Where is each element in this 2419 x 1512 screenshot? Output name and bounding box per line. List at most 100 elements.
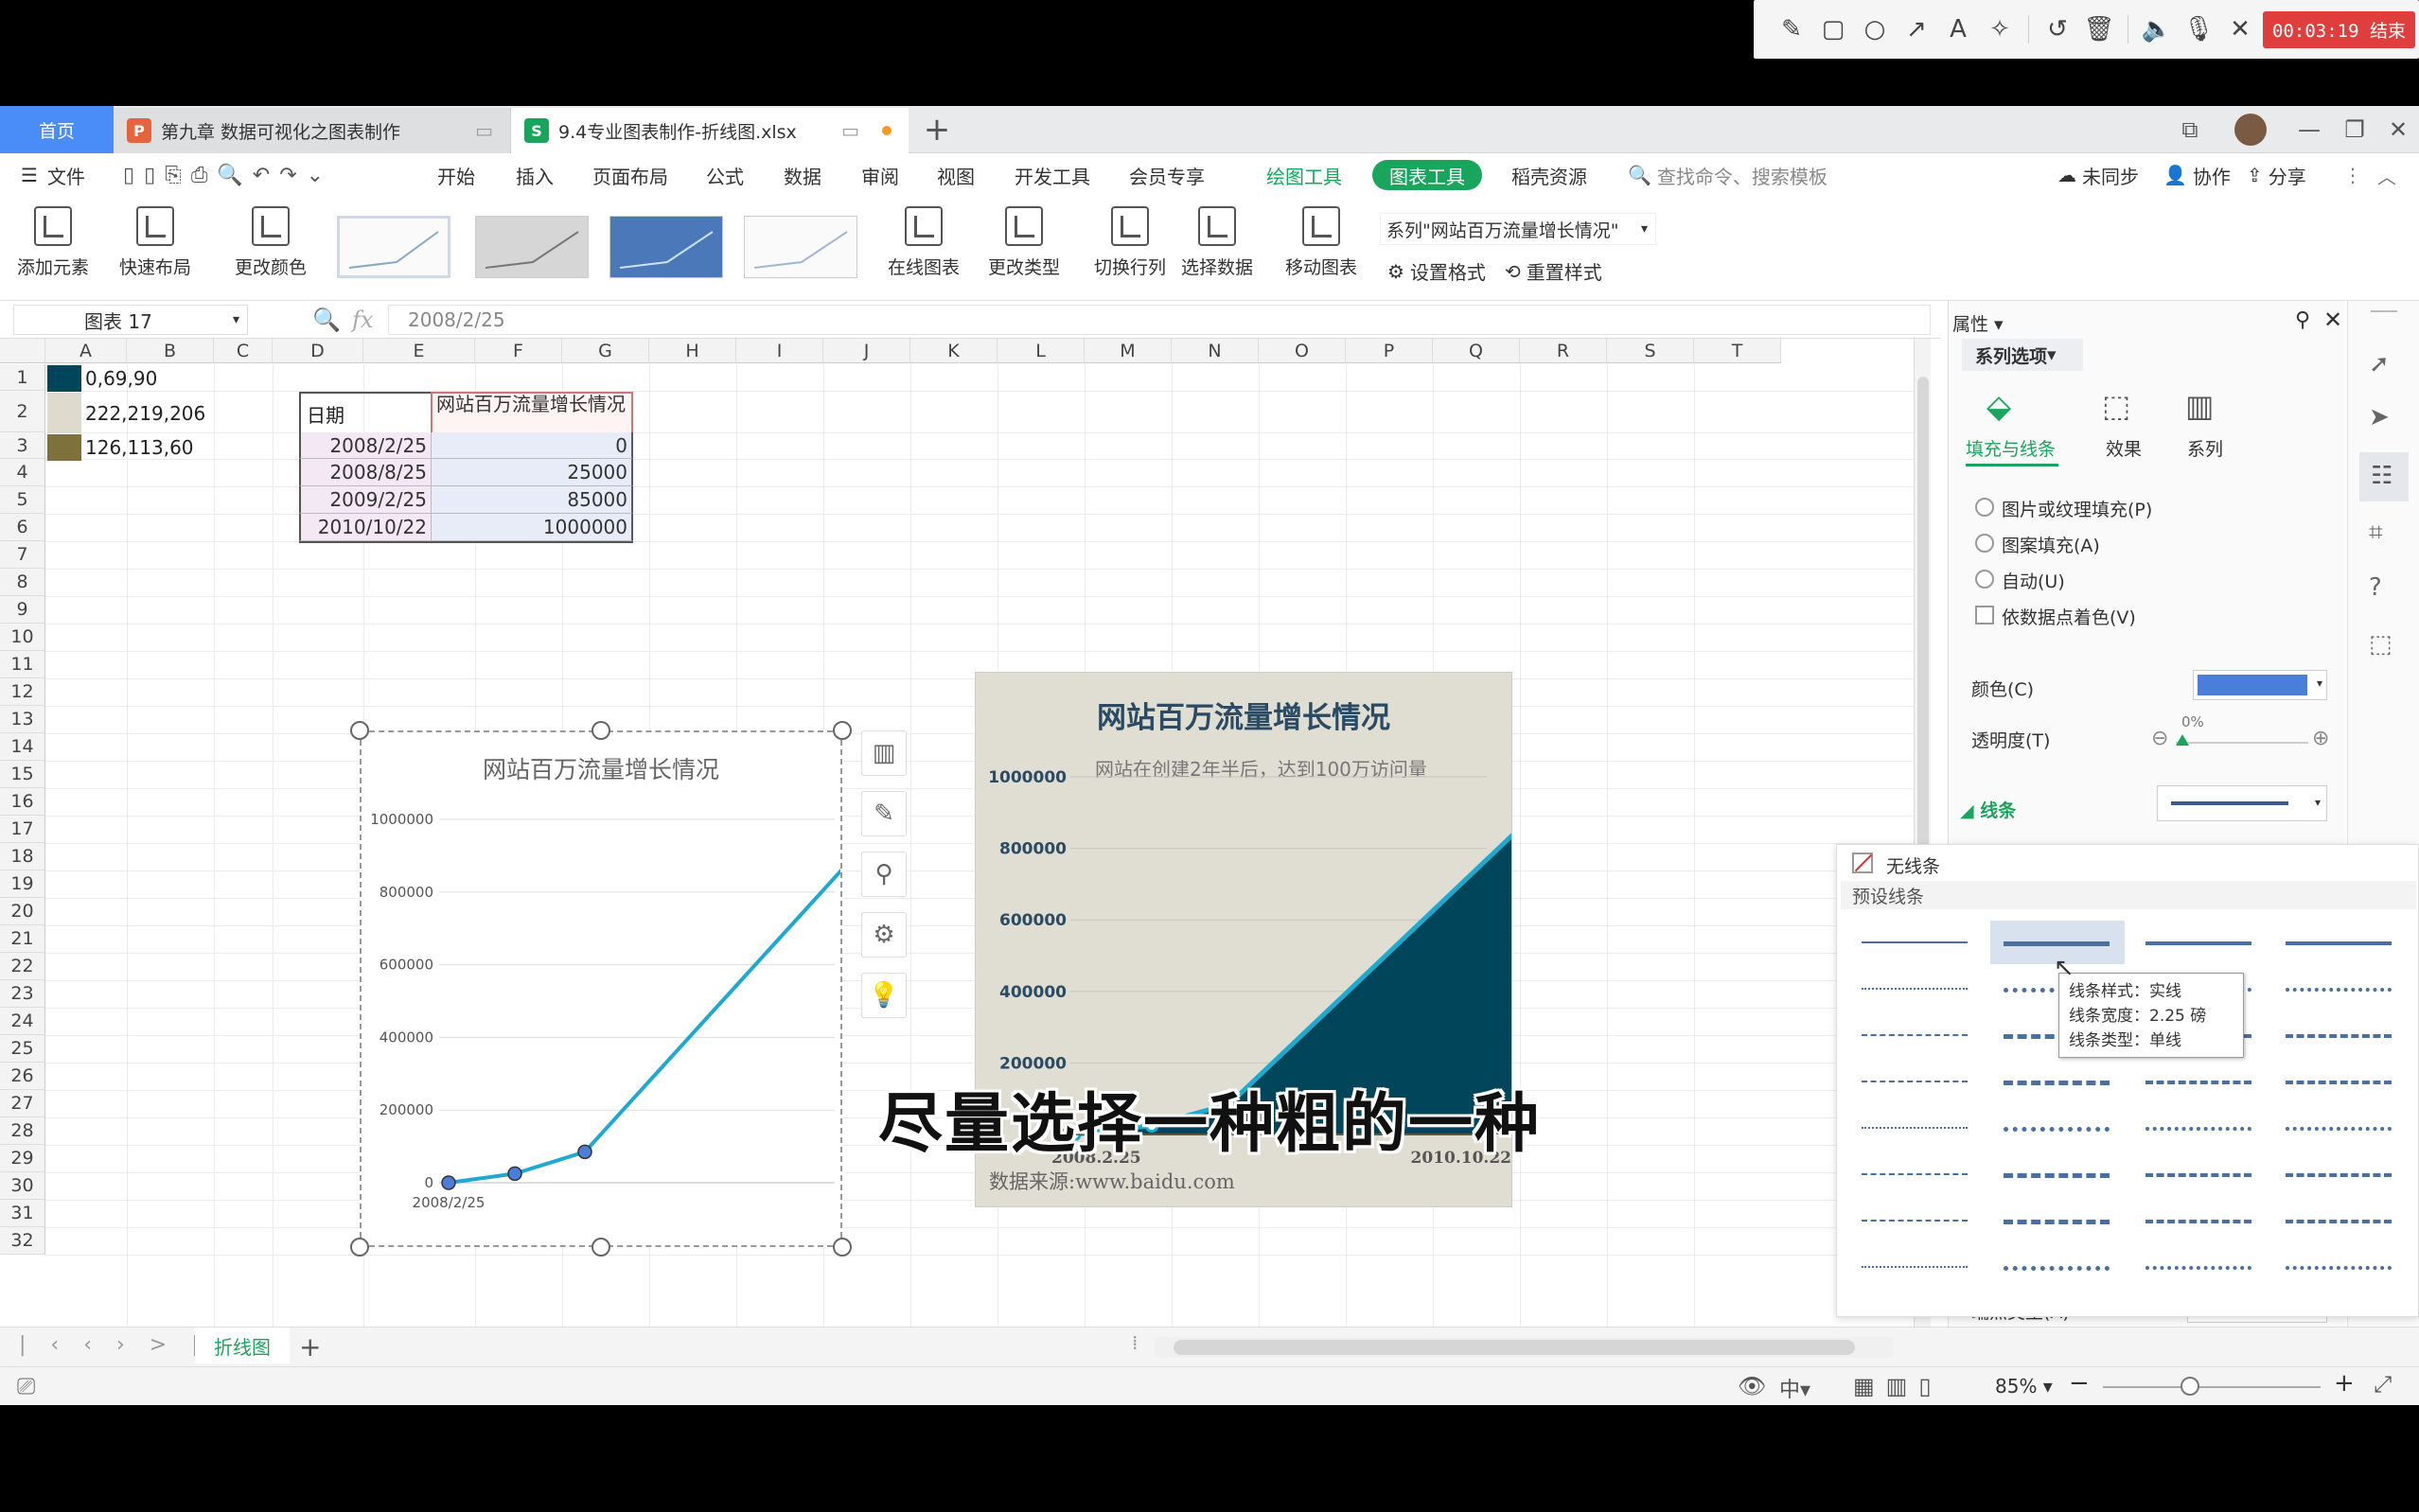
trash-icon[interactable]: 🗑 xyxy=(2078,10,2120,48)
chart-style-thumb-2[interactable] xyxy=(475,216,589,278)
column-header-C[interactable]: C xyxy=(214,339,273,363)
collab-button[interactable]: 👤 协作 xyxy=(2163,153,2231,197)
line-style-dropdown[interactable]: ▾ xyxy=(2157,785,2327,821)
name-box[interactable]: 图表 17 ▾ xyxy=(13,305,248,335)
column-header-E[interactable]: E xyxy=(363,339,475,363)
magic-icon[interactable]: ✧ xyxy=(1979,10,2021,48)
speaker-icon[interactable]: 🔈 xyxy=(2136,10,2178,48)
column-header-A[interactable]: A xyxy=(45,339,127,363)
undo-icon[interactable]: ↺ xyxy=(2037,10,2078,48)
menu-member[interactable]: 会员专享 xyxy=(1129,153,1205,197)
preset-line-option[interactable] xyxy=(2286,988,2392,992)
row-header-8[interactable]: 8 xyxy=(0,569,45,596)
row-header-4[interactable]: 4 xyxy=(0,459,45,486)
reset-style-button[interactable]: ⟲ 重置样式 xyxy=(1505,257,1602,285)
cell-e2[interactable]: 网站百万流量增长情况 xyxy=(431,392,633,435)
row-header-17[interactable]: 17 xyxy=(0,816,45,843)
macro-icon[interactable]: ⎚ xyxy=(17,1373,35,1399)
preset-line-option[interactable] xyxy=(2004,1266,2110,1271)
quick-layout-button[interactable]: 快速布局 xyxy=(119,206,191,279)
horizontal-scroll-thumb[interactable] xyxy=(1174,1340,1855,1355)
resize-handle-tl[interactable] xyxy=(350,721,369,740)
collapse-ribbon-icon[interactable]: ︿ xyxy=(2377,153,2396,197)
text-icon[interactable]: A xyxy=(1937,10,1979,48)
chart-style-thumb-3[interactable] xyxy=(609,216,723,278)
cell-value[interactable]: 85000 xyxy=(432,486,633,514)
close-icon[interactable]: ✕ xyxy=(2375,106,2419,153)
column-header-O[interactable]: O xyxy=(1259,339,1346,363)
tab-home[interactable]: 首页 xyxy=(0,106,114,153)
layout-icon[interactable]: ⧉ xyxy=(2167,106,2213,153)
chart-tips-bulb-icon[interactable]: 💡 xyxy=(861,973,907,1018)
column-header-F[interactable]: F xyxy=(475,339,562,363)
new-tab-button[interactable]: + xyxy=(918,106,956,153)
transparency-slider-thumb[interactable] xyxy=(2176,734,2189,746)
row-header-11[interactable]: 11 xyxy=(0,651,45,678)
preset-line-option[interactable] xyxy=(2145,941,2251,945)
row-header-18[interactable]: 18 xyxy=(0,843,45,870)
column-header-S[interactable]: S xyxy=(1607,339,1694,363)
menu-chart-tools[interactable]: 图表工具 xyxy=(1372,160,1482,190)
row-header-32[interactable]: 32 xyxy=(0,1227,45,1255)
change-color-button[interactable]: 更改颜色 xyxy=(235,206,307,279)
arrow-icon[interactable]: ↗ xyxy=(1896,10,1937,48)
column-header-T[interactable]: T xyxy=(1694,339,1781,363)
row-header-10[interactable]: 10 xyxy=(0,624,45,651)
properties-active-icon[interactable]: ☷ xyxy=(2359,452,2409,501)
avatar[interactable] xyxy=(2228,106,2273,153)
row-header-14[interactable]: 14 xyxy=(0,733,45,761)
cell-b1[interactable]: 0,69,90 xyxy=(85,365,157,392)
zoom-out-icon[interactable]: − xyxy=(2069,1369,2090,1398)
sync-status[interactable]: ☁ 未同步 xyxy=(2057,153,2139,197)
cell-b3[interactable]: 126,113,60 xyxy=(85,434,194,461)
series-options-dropdown[interactable]: 系列选项 ▾ xyxy=(1962,339,2083,371)
circle-icon[interactable]: ○ xyxy=(1854,10,1896,48)
zoom-level[interactable]: 85% ▾ xyxy=(1995,1375,2053,1398)
mic-icon[interactable]: 🎙 xyxy=(2178,10,2219,48)
column-header-J[interactable]: J xyxy=(823,339,910,363)
column-header-Q[interactable]: Q xyxy=(1433,339,1520,363)
zoom-formula-icon[interactable]: 🔍 xyxy=(312,307,341,333)
row-header-31[interactable]: 31 xyxy=(0,1200,45,1227)
row-header-15[interactable]: 15 xyxy=(0,761,45,788)
share-button[interactable]: ⇪ 分享 xyxy=(2247,153,2306,197)
row-header-22[interactable]: 22 xyxy=(0,953,45,980)
help-icon[interactable]: ? xyxy=(2369,573,2382,602)
add-element-button[interactable]: 添加元素 xyxy=(17,206,89,279)
preset-line-option[interactable] xyxy=(2004,1220,2110,1224)
preset-line-option[interactable] xyxy=(1862,1266,1968,1268)
menu-review[interactable]: 审阅 xyxy=(861,153,899,197)
column-header-H[interactable]: H xyxy=(649,339,736,363)
column-header-P[interactable]: P xyxy=(1346,339,1433,363)
row-header-16[interactable]: 16 xyxy=(0,788,45,816)
menu-data[interactable]: 数据 xyxy=(784,153,821,197)
row-header-7[interactable]: 7 xyxy=(0,541,45,569)
image-edit-icon[interactable]: ⬚ xyxy=(2369,630,2393,659)
view-mode-icons[interactable]: ▦▥▯ xyxy=(1853,1373,1943,1399)
tab-series[interactable]: 系列 xyxy=(2187,435,2223,461)
preset-line-option[interactable] xyxy=(2004,1173,2110,1178)
panel-title[interactable]: 属性 ▾ xyxy=(1952,310,2004,336)
close-icon[interactable]: ✕ xyxy=(2323,307,2342,333)
no-line-option[interactable]: 无线条 xyxy=(1886,853,1940,878)
rocket-icon[interactable]: ➚ xyxy=(2369,350,2390,378)
zoom-slider-thumb[interactable] xyxy=(2181,1377,2199,1396)
preset-line-option[interactable] xyxy=(2145,1173,2251,1177)
checkbox-vary-colors[interactable] xyxy=(1975,606,1994,624)
menu-view[interactable]: 视图 xyxy=(937,153,975,197)
online-chart-button[interactable]: 在线图表 xyxy=(888,206,960,279)
row-header-19[interactable]: 19 xyxy=(0,870,45,898)
column-header-M[interactable]: M xyxy=(1085,339,1172,363)
row-header-24[interactable]: 24 xyxy=(0,1008,45,1035)
cell-date[interactable]: 2008/2/25 xyxy=(299,432,432,459)
tab-ppt-document[interactable]: P 第九章 数据可视化之图表制作 ▭ xyxy=(114,108,511,153)
preset-line-option[interactable] xyxy=(2286,1220,2392,1223)
set-format-button[interactable]: ⚙ 设置格式 xyxy=(1387,257,1486,285)
sheet-nav-arrows-icon[interactable]: |‹‹›>| xyxy=(19,1333,223,1357)
eye-protect-icon[interactable]: 👁 xyxy=(1738,1373,1766,1399)
cell-date[interactable]: 2010/10/22 xyxy=(299,514,432,541)
rectangle-icon[interactable]: ▢ xyxy=(1812,10,1854,48)
preset-line-option[interactable] xyxy=(2286,1173,2392,1177)
cursor-icon[interactable]: ➤ xyxy=(2369,403,2390,431)
menu-formula[interactable]: 公式 xyxy=(706,153,744,197)
